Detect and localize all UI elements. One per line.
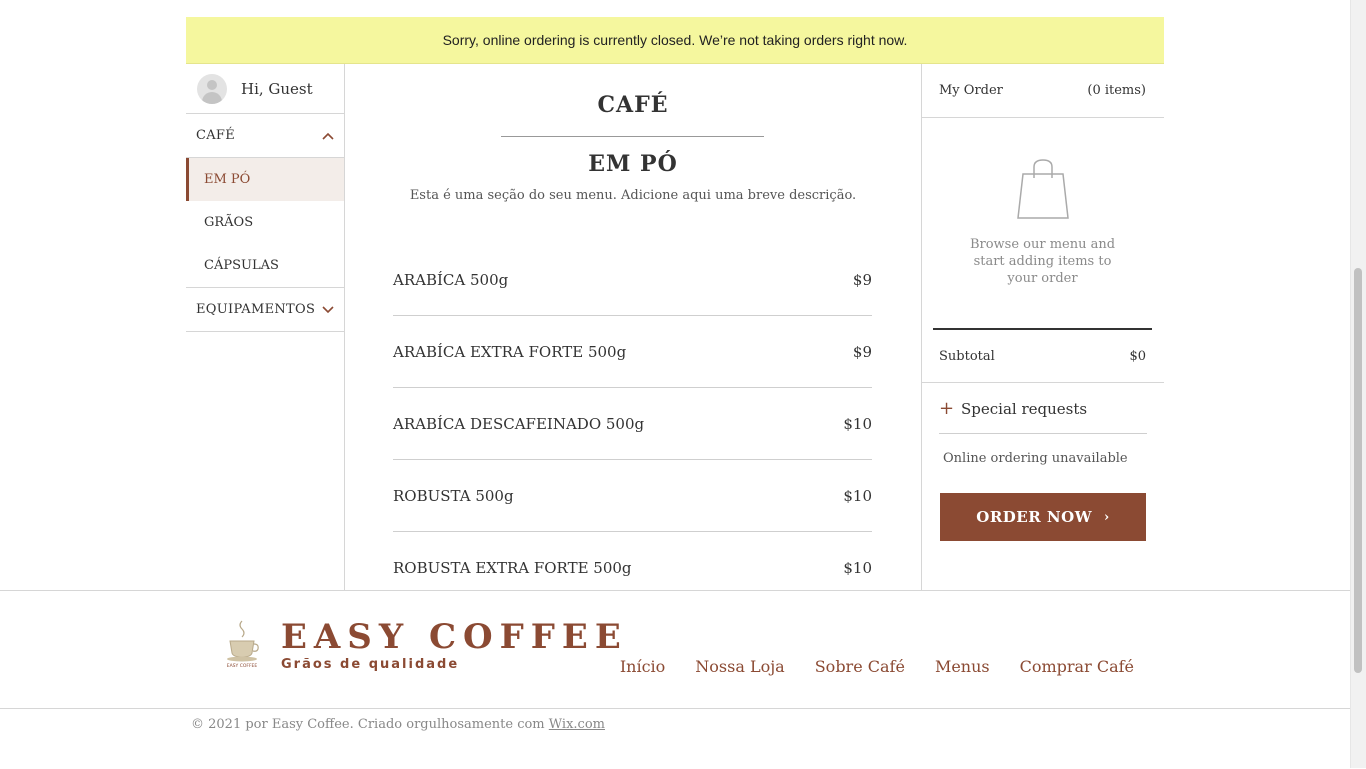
item-name: ARABÍCA EXTRA FORTE 500g: [393, 342, 627, 361]
menu-item[interactable]: ARABÍCA DESCAFEINADO 500g $10: [393, 388, 872, 460]
brand-logo-title[interactable]: EASY COFFEE: [281, 617, 628, 657]
menu-item[interactable]: ROBUSTA 500g $10: [393, 460, 872, 532]
menu-item[interactable]: ARABÍCA 500g $9: [393, 244, 872, 316]
item-price: $9: [852, 342, 872, 361]
subcategory-label: EM PÓ: [204, 172, 251, 187]
item-price: $10: [843, 414, 872, 433]
greeting-text: Hi, Guest: [241, 79, 313, 98]
coffee-cup-logo: EASY COFFEE: [227, 620, 259, 669]
chevron-up-icon: [322, 132, 334, 140]
subcategory-label: CÁPSULAS: [204, 258, 279, 273]
chevron-right-icon: ›: [1104, 509, 1110, 525]
ordering-unavailable-text: Online ordering unavailable: [943, 451, 1128, 466]
category-sidebar: Hi, Guest CAFÉ EM PÓ GRÃOS CÁPSULAS EQUI…: [186, 64, 344, 332]
section-description: Esta é uma seção do seu menu. Adicione a…: [409, 188, 857, 203]
category-label: EQUIPAMENTOS: [196, 302, 316, 317]
subcategory-capsulas[interactable]: CÁPSULAS: [186, 244, 344, 288]
item-name: ARABÍCA 500g: [393, 270, 509, 289]
item-price: $9: [852, 270, 872, 289]
subcategory-label: GRÃOS: [204, 215, 254, 230]
menu-title: CAFÉ: [597, 92, 669, 118]
brand-logo-subtitle: Grãos de qualidade: [281, 657, 460, 672]
scrollbar-thumb[interactable]: [1354, 268, 1362, 673]
menu-divider: [501, 136, 764, 137]
chevron-down-icon: [322, 305, 334, 313]
nav-inicio[interactable]: Início: [620, 657, 665, 676]
empty-order-message: Browse our menu and start adding items t…: [969, 237, 1116, 286]
order-now-label: ORDER NOW: [976, 508, 1093, 526]
shopping-bag-icon: [1016, 159, 1069, 219]
menu-items-list: ARABÍCA 500g $9 ARABÍCA EXTRA FORTE 500g…: [393, 244, 872, 603]
item-name: ROBUSTA 500g: [393, 486, 514, 505]
nav-menus[interactable]: Menus: [935, 657, 990, 676]
subtotal-label: Subtotal: [939, 348, 995, 364]
item-price: $10: [843, 486, 872, 505]
order-panel: My Order (0 items) Browse our menu and s…: [921, 64, 1164, 590]
menu-section: CAFÉ EM PÓ Esta é uma seção do seu menu.…: [344, 64, 922, 590]
footer-nav: Início Nossa Loja Sobre Café Menus Compr…: [620, 657, 1134, 676]
guest-greeting[interactable]: Hi, Guest: [186, 64, 344, 114]
item-name: ROBUSTA EXTRA FORTE 500g: [393, 558, 632, 577]
order-item-count: (0 items): [1087, 83, 1146, 98]
order-now-button[interactable]: ORDER NOW ›: [940, 493, 1146, 541]
copyright: © 2021 por Easy Coffee. Criado orgulhosa…: [191, 717, 605, 732]
order-header: My Order (0 items): [921, 64, 1164, 118]
subcategory-graos[interactable]: GRÃOS: [186, 201, 344, 244]
subcategory-em-po[interactable]: EM PÓ: [186, 158, 344, 201]
special-requests-label: Special requests: [961, 399, 1088, 418]
plus-icon: +: [939, 398, 955, 419]
footer-divider: [0, 708, 1351, 709]
category-equipamentos[interactable]: EQUIPAMENTOS: [186, 288, 344, 332]
site-footer: EASY COFFEE EASY COFFEE Grãos de qualida…: [0, 590, 1351, 769]
subtotal-row: Subtotal $0: [921, 330, 1164, 383]
item-name: ARABÍCA DESCAFEINADO 500g: [393, 414, 645, 433]
section-title: EM PÓ: [588, 151, 678, 177]
item-price: $10: [843, 558, 872, 577]
nav-nossa-loja[interactable]: Nossa Loja: [695, 657, 784, 676]
category-cafe[interactable]: CAFÉ: [186, 114, 344, 158]
nav-sobre-cafe[interactable]: Sobre Café: [815, 657, 905, 676]
user-avatar-icon: [197, 73, 227, 104]
empty-order: [921, 158, 1164, 224]
special-requests-toggle[interactable]: + Special requests: [939, 384, 1147, 434]
category-label: CAFÉ: [196, 128, 236, 143]
menu-item[interactable]: ARABÍCA EXTRA FORTE 500g $9: [393, 316, 872, 388]
wix-link[interactable]: Wix.com: [549, 717, 605, 732]
ordering-closed-notice: Sorry, online ordering is currently clos…: [186, 17, 1164, 64]
logo-small-text: EASY COFFEE: [227, 663, 258, 669]
subtotal-value: $0: [1129, 348, 1146, 364]
page-scrollbar[interactable]: [1350, 0, 1366, 768]
nav-comprar-cafe[interactable]: Comprar Café: [1020, 657, 1134, 676]
copyright-text: © 2021 por Easy Coffee. Criado orgulhosa…: [191, 717, 549, 732]
order-title: My Order: [939, 83, 1003, 98]
